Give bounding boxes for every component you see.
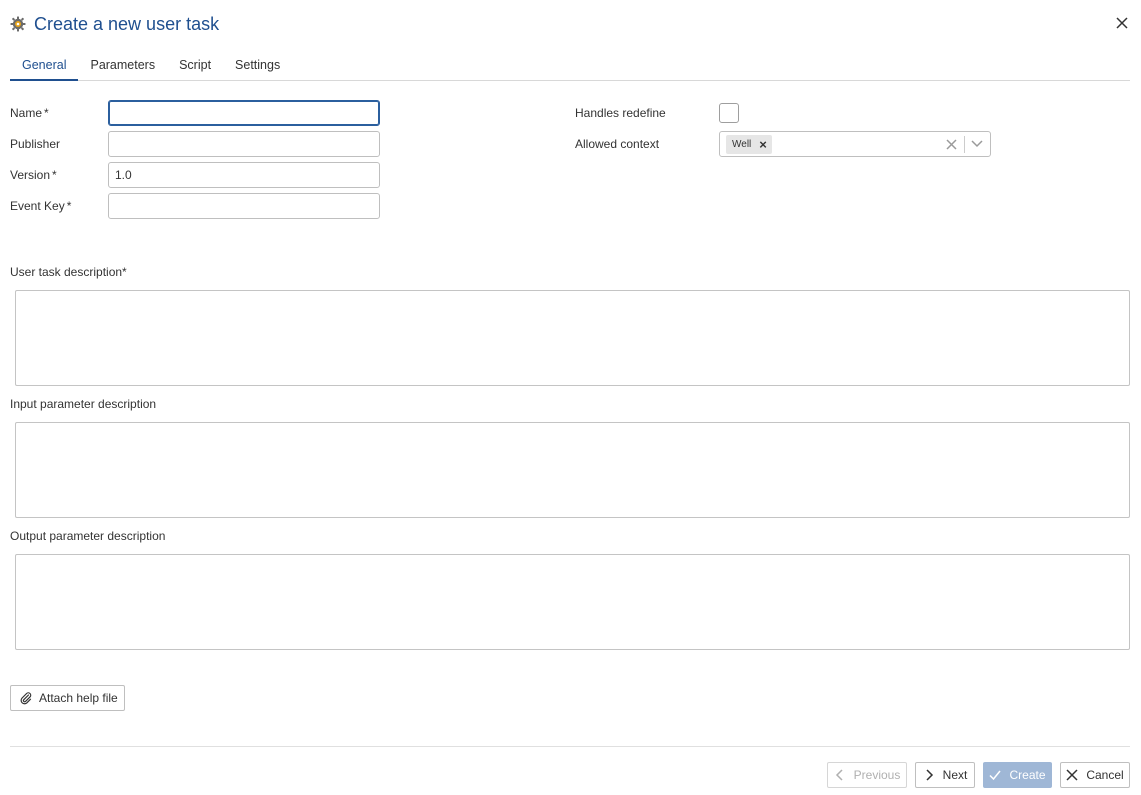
attach-help-file-button[interactable]: Attach help file xyxy=(10,685,125,711)
attach-label: Attach help file xyxy=(39,691,118,705)
tab-settings[interactable]: Settings xyxy=(223,52,292,81)
select-separator xyxy=(964,136,965,153)
check-icon xyxy=(989,769,1002,781)
chevron-right-icon xyxy=(923,769,935,781)
version-input[interactable] xyxy=(108,162,380,188)
clear-icon[interactable] xyxy=(942,135,960,153)
footer-divider xyxy=(10,746,1130,747)
input-parameter-description-label: Input parameter description xyxy=(10,397,157,411)
handles-redefine-checkbox[interactable] xyxy=(719,103,739,123)
event-key-label: Event Key * xyxy=(10,199,72,213)
close-icon xyxy=(1066,769,1078,781)
tab-general[interactable]: General xyxy=(10,52,79,81)
tab-script[interactable]: Script xyxy=(167,52,223,81)
allowed-context-label: Allowed context xyxy=(575,137,660,151)
handles-redefine-label: Handles redefine xyxy=(575,106,666,120)
name-label: Name * xyxy=(10,106,49,120)
previous-button[interactable]: Previous xyxy=(827,762,907,788)
chip-remove-icon[interactable]: × xyxy=(759,138,767,151)
name-input[interactable] xyxy=(108,100,380,126)
chevron-down-icon[interactable] xyxy=(968,135,986,153)
cancel-button[interactable]: Cancel xyxy=(1060,762,1130,788)
chevron-left-icon xyxy=(834,769,846,781)
close-icon[interactable] xyxy=(1113,14,1131,32)
context-chip: Well × xyxy=(726,134,772,154)
version-label: Version * xyxy=(10,168,57,182)
tab-bar: General Parameters Script Settings xyxy=(10,52,1130,81)
next-label: Next xyxy=(942,768,968,782)
output-parameter-description-input[interactable] xyxy=(15,554,1130,650)
paperclip-icon xyxy=(19,691,33,705)
input-parameter-description-input[interactable] xyxy=(15,422,1130,518)
create-button[interactable]: Create xyxy=(983,762,1052,788)
event-key-input[interactable] xyxy=(108,193,380,219)
allowed-context-select[interactable]: Well × xyxy=(719,131,991,157)
chip-label: Well xyxy=(732,138,752,150)
user-task-description-input[interactable] xyxy=(15,290,1130,386)
next-button[interactable]: Next xyxy=(915,762,975,788)
publisher-label: Publisher xyxy=(10,137,61,151)
cancel-label: Cancel xyxy=(1086,768,1124,782)
gear-icon xyxy=(10,16,26,32)
output-parameter-description-label: Output parameter description xyxy=(10,529,166,543)
previous-label: Previous xyxy=(853,768,901,782)
tab-parameters[interactable]: Parameters xyxy=(78,52,167,81)
publisher-input[interactable] xyxy=(108,131,380,157)
user-task-description-label: User task description* xyxy=(10,265,127,279)
dialog-header: Create a new user task xyxy=(10,12,219,36)
dialog-title: Create a new user task xyxy=(34,13,220,34)
create-label: Create xyxy=(1009,768,1046,782)
